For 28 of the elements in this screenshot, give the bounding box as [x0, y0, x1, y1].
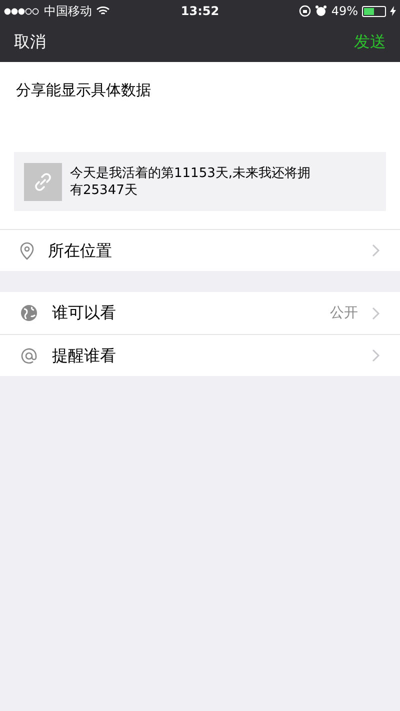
clock-time: 13:52 [180, 3, 220, 20]
settings-row[interactable]: 所在位置 [0, 229, 400, 271]
chevron-right-icon [372, 244, 380, 257]
battery-icon [362, 6, 386, 16]
rotation-lock-icon [299, 5, 312, 17]
row-value: 公开 [330, 304, 358, 322]
link-title: 今天是我活着的第11153天,未来我还将拥有25347天 [70, 164, 312, 198]
battery-percentage: 49% [331, 3, 358, 20]
signal-icon [4, 8, 40, 14]
chevron-right-icon [372, 306, 380, 320]
settings-row[interactable]: 谁可以看 公开 [0, 292, 400, 334]
row-label: 所在位置 [48, 240, 113, 262]
chevron-right-icon [372, 349, 380, 362]
charging-bolt-icon [390, 6, 396, 16]
link-card[interactable]: 今天是我活着的第11153天,未来我还将拥有25347天 [14, 152, 386, 211]
row-label: 提醒谁看 [52, 344, 117, 366]
row-label: 谁可以看 [52, 302, 117, 324]
carrier-name: 中国移动 [44, 3, 92, 20]
globe-icon [20, 304, 38, 322]
at-sign-icon [20, 346, 38, 364]
send-button[interactable]: 发送 [354, 30, 386, 54]
cancel-button[interactable]: 取消 [14, 30, 46, 54]
location-pin-icon [20, 242, 34, 260]
alarm-clock-icon [315, 5, 328, 17]
link-icon [32, 170, 54, 192]
wifi-icon [96, 6, 110, 16]
post-text: 分享能显示具体数据 [16, 80, 152, 101]
settings-row[interactable]: 提醒谁看 [0, 334, 400, 376]
